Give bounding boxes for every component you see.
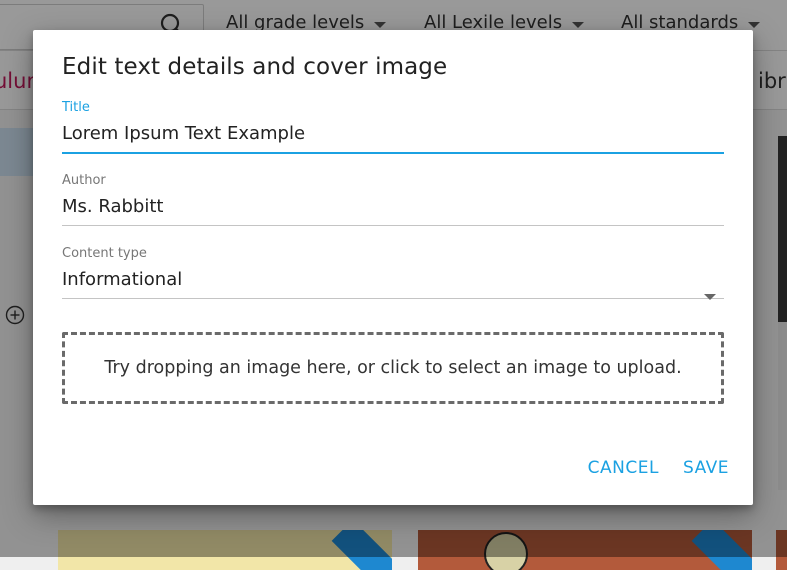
dialog-actions: CANCEL SAVE — [588, 458, 729, 478]
save-button[interactable]: SAVE — [683, 458, 729, 478]
content-type-underline — [62, 298, 724, 299]
author-input[interactable]: Ms. Rabbitt — [62, 196, 724, 225]
title-input[interactable]: Lorem Ipsum Text Example — [62, 123, 724, 152]
chevron-down-icon[interactable] — [704, 294, 716, 300]
title-field-label: Title — [62, 100, 90, 115]
dropzone-text: Try dropping an image here, or click to … — [104, 358, 682, 378]
image-dropzone[interactable]: Try dropping an image here, or click to … — [62, 332, 724, 404]
content-type-select[interactable]: Content type Informational — [62, 246, 724, 300]
edit-text-details-dialog: Edit text details and cover image Title … — [33, 30, 753, 505]
dialog-title: Edit text details and cover image — [62, 54, 448, 80]
author-field[interactable]: Author Ms. Rabbitt — [62, 173, 724, 226]
author-underline — [62, 225, 724, 226]
content-type-value[interactable]: Informational — [62, 269, 724, 298]
title-underline — [62, 152, 724, 154]
author-field-label: Author — [62, 173, 106, 188]
cancel-button[interactable]: CANCEL — [588, 458, 659, 478]
title-field[interactable]: Title Lorem Ipsum Text Example — [62, 100, 724, 154]
content-type-label: Content type — [62, 246, 147, 261]
